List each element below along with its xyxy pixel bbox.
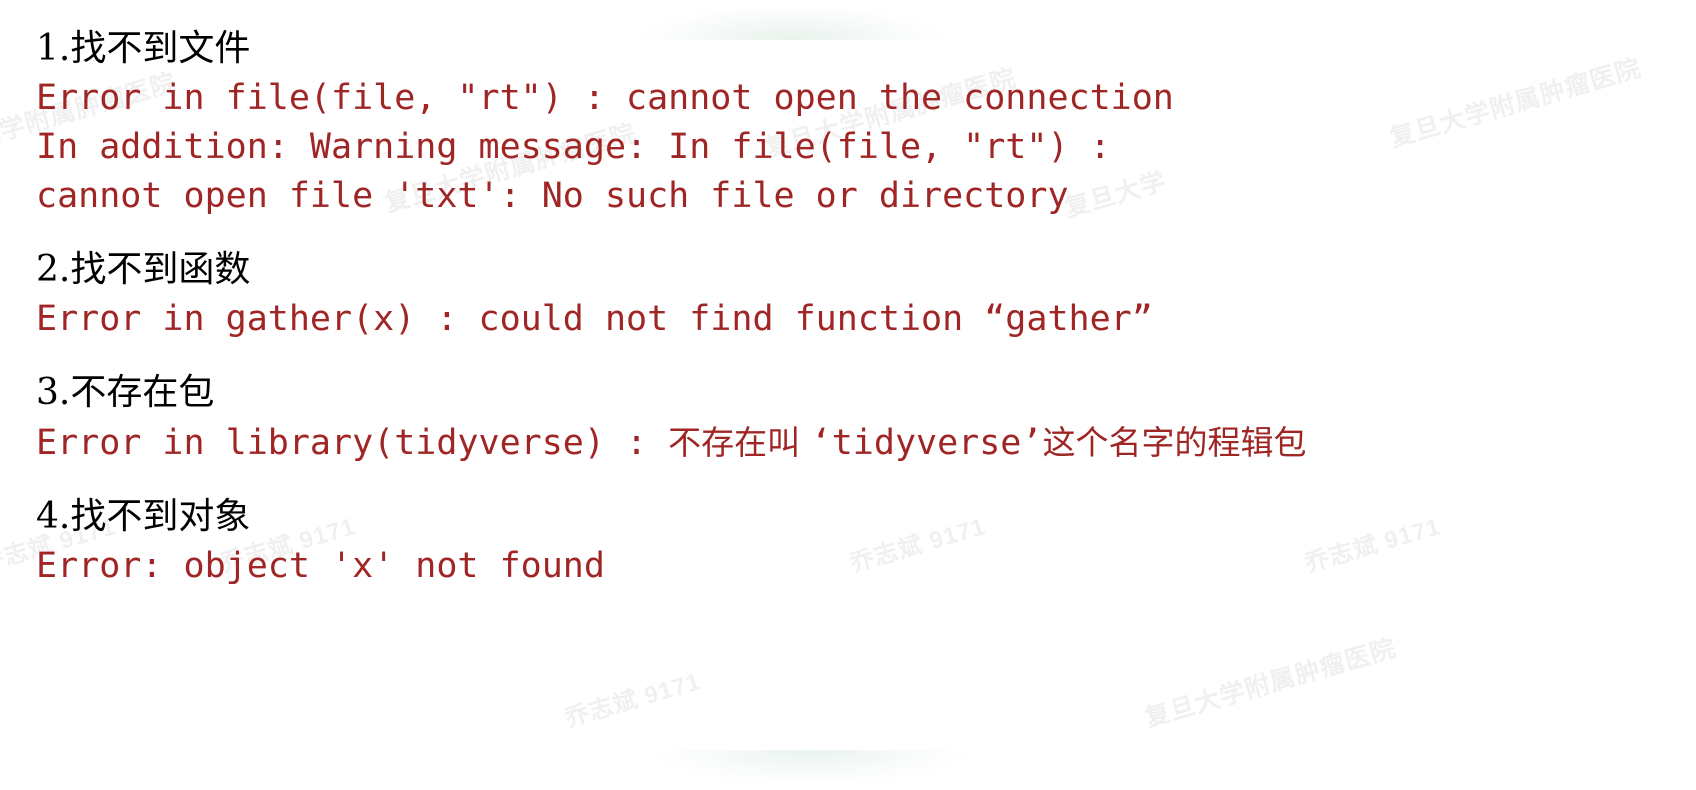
error-block-1-line-2: In addition: Warning message: In file(fi… — [36, 127, 1111, 167]
error-block-3-ascii-part: Error in library(tidyverse) : — [36, 423, 669, 463]
error-block-1-heading: 1.找不到文件 — [36, 28, 251, 69]
decorative-green-gradient-bottom — [600, 750, 1020, 790]
error-block-3-cjk-part-a: 不存在叫 — [668, 423, 811, 462]
error-block-1-line-1: Error in file(file, "rt") : cannot open … — [36, 78, 1174, 118]
error-block-1: 1.找不到文件 Error in file(file, "rt") : cann… — [36, 26, 1696, 221]
error-block-3-package-name: ‘tidyverse’ — [810, 423, 1043, 463]
error-block-2-heading: 2.找不到函数 — [36, 249, 251, 290]
error-block-3: 3.不存在包 Error in library(tidyverse) : 不存在… — [36, 370, 1696, 468]
error-block-3-heading: 3.不存在包 — [36, 372, 215, 413]
error-block-4-line-1: Error: object 'x' not found — [36, 546, 605, 586]
error-block-3-line-1: Error in library(tidyverse) : 不存在叫 ‘tidy… — [36, 418, 1696, 468]
error-block-1-line-3: cannot open file 'txt': No such file or … — [36, 176, 1069, 216]
watermark-text: 乔志斌 9171 — [561, 668, 705, 733]
error-block-4-heading: 4.找不到对象 — [36, 496, 251, 537]
error-block-4: 4.找不到对象 Error: object 'x' not found — [36, 494, 1696, 591]
slide-content: 1.找不到文件 Error in file(file, "rt") : cann… — [0, 0, 1696, 591]
error-block-2-line-1: Error in gather(x) : could not find func… — [36, 299, 1153, 339]
error-block-2: 2.找不到函数 Error in gather(x) : could not f… — [36, 247, 1696, 344]
error-block-3-cjk-part-c: 这个名字的程辑包 — [1042, 423, 1307, 462]
watermark-text: 复旦大学附属肿瘤医院 — [1141, 634, 1400, 733]
